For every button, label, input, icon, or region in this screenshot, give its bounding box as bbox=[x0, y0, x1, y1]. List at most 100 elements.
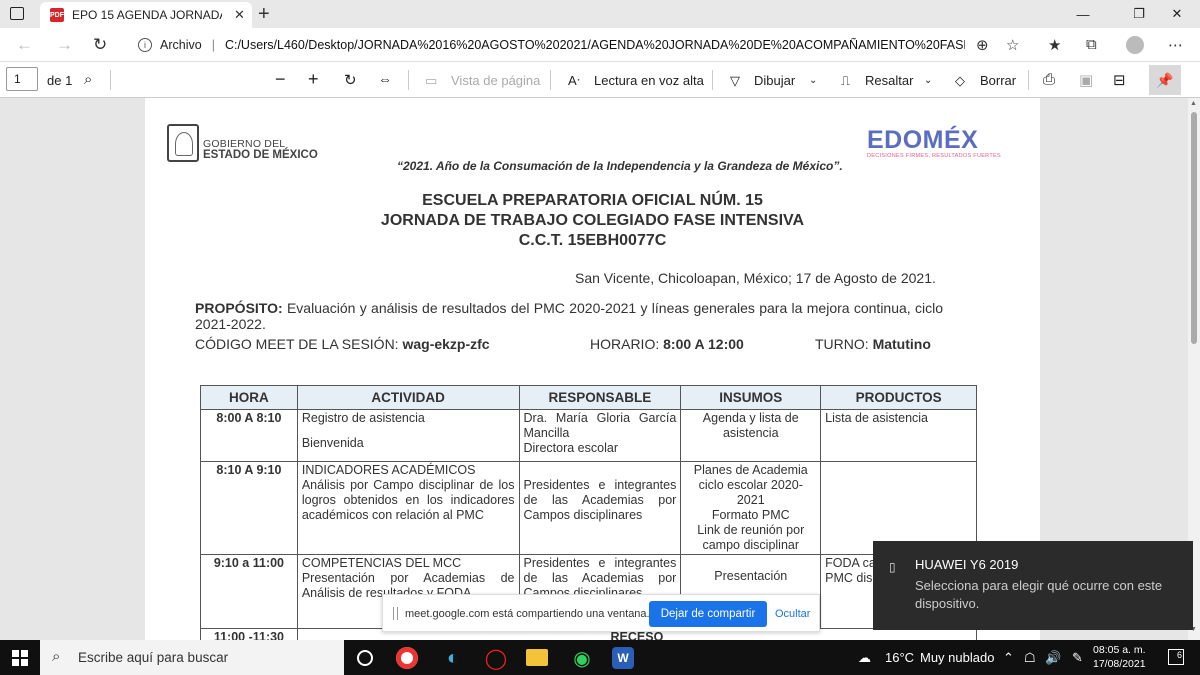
read-aloud-icon: Aᐧ bbox=[568, 73, 580, 88]
taskbar: ⌕ Escribe aquí para buscar ◐ ◯ ◉ W ☁ 16°… bbox=[0, 640, 1200, 675]
scroll-up-icon[interactable]: ▲ bbox=[1190, 100, 1197, 107]
drag-handle-icon[interactable] bbox=[393, 607, 398, 620]
zoom-icon[interactable]: ⊕ bbox=[976, 36, 989, 54]
notification-center-icon[interactable]: 6 bbox=[1168, 649, 1184, 665]
device-notification[interactable]: ▯ HUAWEI Y6 2019 Selecciona para elegir … bbox=[873, 541, 1193, 630]
header-actividad: ACTIVIDAD bbox=[296, 385, 520, 410]
draw-button[interactable]: Dibujar bbox=[754, 73, 795, 88]
chevron-up-icon[interactable]: ⌃ bbox=[1003, 650, 1014, 666]
table-row: 8:00 A 8:10 Registro de asistencia Bienve… bbox=[200, 409, 977, 462]
save-icon: ▣ bbox=[1079, 72, 1094, 89]
purpose-label: PROPÓSITO: bbox=[195, 300, 283, 316]
task-view-icon[interactable] bbox=[357, 650, 373, 666]
header-hora: HORA bbox=[200, 385, 298, 410]
shift-label: TURNO: bbox=[815, 336, 869, 352]
system-clock[interactable]: 08:05 a. m. 17/08/2021 bbox=[1093, 643, 1146, 671]
cell-responsable: Presidentes e integrantes de las Academi… bbox=[518, 461, 682, 555]
zoom-in-button[interactable]: + bbox=[308, 69, 319, 90]
tab-active[interactable]: PDF EPO 15 AGENDA JORNADA DE ACO ✕ bbox=[40, 2, 252, 28]
collections-icon[interactable]: ⧉ bbox=[1086, 36, 1097, 53]
input-line: Formato PMC bbox=[711, 508, 790, 522]
address-bar-row: ← → ↻ i Archivo | C:/Users/L460/Desktop/… bbox=[0, 28, 1200, 62]
pen-icon[interactable]: ✎ bbox=[1072, 650, 1083, 666]
refresh-button[interactable]: ↻ bbox=[93, 35, 107, 55]
clock-date: 17/08/2021 bbox=[1093, 658, 1146, 670]
close-window-button[interactable]: ✕ bbox=[1154, 0, 1200, 28]
tab-title: EPO 15 AGENDA JORNADA DE ACO bbox=[72, 8, 222, 22]
table-header-row: HORA ACTIVIDAD RESPONSABLE INSUMOS PRODU… bbox=[200, 385, 977, 410]
activity-line: Bienvenida bbox=[301, 436, 364, 450]
windows-start-icon[interactable] bbox=[12, 650, 28, 666]
activity-line: INDICADORES ACADÉMICOS bbox=[301, 463, 476, 477]
read-aloud-button[interactable]: Lectura en voz alta bbox=[594, 73, 704, 88]
header-productos: PRODUCTOS bbox=[820, 385, 977, 410]
add-favorite-icon[interactable]: ☆ bbox=[1006, 36, 1019, 54]
forward-button[interactable]: → bbox=[56, 35, 73, 55]
input-line: Link de reunión por campo disciplinar bbox=[697, 523, 805, 552]
divider bbox=[712, 70, 713, 90]
activity-line: Registro de asistencia bbox=[301, 411, 425, 425]
save-as-icon[interactable]: ⊟ bbox=[1113, 71, 1126, 89]
share-message: meet.google.com está compartiendo una ve… bbox=[405, 608, 650, 620]
chevron-down-icon[interactable]: ⌄ bbox=[809, 75, 817, 86]
profile-avatar[interactable] bbox=[1126, 36, 1144, 54]
gov-label-2: ESTADO DE MÉXICO bbox=[203, 149, 318, 161]
divider bbox=[550, 70, 551, 90]
back-button[interactable]: ← bbox=[16, 35, 33, 55]
rotate-icon[interactable]: ↻ bbox=[344, 71, 357, 89]
highlight-icon: ⎍ bbox=[841, 73, 851, 88]
cell-productos: Lista de asistencia bbox=[820, 409, 977, 462]
search-icon[interactable]: ⌕ bbox=[84, 71, 92, 88]
activity-line: Análisis por Campo disciplinar de los lo… bbox=[301, 478, 515, 522]
page-number-input[interactable]: 1 bbox=[6, 67, 38, 91]
edge-icon[interactable]: ◐ bbox=[440, 645, 466, 671]
volume-icon[interactable]: 🔊 bbox=[1045, 650, 1061, 666]
edomex-logo: EDOMÉX DECISIONES FIRMES, RESULTADOS FUE… bbox=[867, 126, 1001, 159]
page-view-button[interactable]: Vista de página bbox=[451, 73, 540, 88]
favorites-icon[interactable]: ★ bbox=[1048, 36, 1061, 54]
draw-icon: ▽ bbox=[730, 73, 740, 88]
temperature: 16°C bbox=[885, 650, 915, 665]
erase-button[interactable]: Borrar bbox=[980, 73, 1016, 88]
address-field[interactable]: i Archivo | C:/Users/L460/Desktop/JORNAD… bbox=[126, 32, 1036, 58]
taskbar-search-placeholder: Escribe aquí para buscar bbox=[78, 650, 229, 665]
new-tab-button[interactable]: + bbox=[258, 3, 270, 26]
network-icon[interactable]: ☖ bbox=[1024, 650, 1036, 666]
scrollbar-thumb[interactable] bbox=[1191, 112, 1197, 344]
file-explorer-icon[interactable] bbox=[526, 649, 548, 666]
school-title: ESCUELA PREPARATORIA OFICIAL NÚM. 15 bbox=[422, 192, 763, 209]
close-tab-icon[interactable]: ✕ bbox=[234, 7, 245, 23]
shift-value: Matutino bbox=[872, 336, 931, 352]
pin-toolbar-icon[interactable]: 📌 bbox=[1149, 65, 1181, 95]
taskbar-search-input[interactable]: ⌕ Escribe aquí para buscar bbox=[40, 640, 344, 675]
clock-time: 08:05 a. m. bbox=[1093, 644, 1146, 656]
hide-button[interactable]: Ocultar bbox=[775, 608, 810, 620]
chrome-icon[interactable] bbox=[396, 647, 418, 669]
screen-share-bar: meet.google.com está compartiendo una ve… bbox=[382, 594, 820, 632]
tab-strip: PDF EPO 15 AGENDA JORNADA DE ACO ✕ + — ❐… bbox=[0, 0, 1200, 28]
whatsapp-icon[interactable]: ◉ bbox=[569, 645, 595, 671]
eraser-icon: ◇ bbox=[955, 73, 965, 88]
header-responsable: RESPONSABLE bbox=[518, 385, 682, 410]
pdf-toolbar: 1 de 1 ⌕ − + ↻ ⇔ ▭ Vista de página Aᐧ Le… bbox=[0, 62, 1200, 98]
info-icon[interactable]: i bbox=[138, 38, 152, 52]
tab-actions-icon[interactable] bbox=[10, 7, 24, 20]
divider bbox=[408, 70, 409, 90]
menu-icon[interactable]: ⋯ bbox=[1168, 36, 1183, 54]
purpose-paragraph: PROPÓSITO: Evaluación y análisis de resu… bbox=[195, 300, 943, 332]
fit-page-icon[interactable]: ⇔ bbox=[378, 71, 392, 87]
stop-sharing-button[interactable]: Dejar de compartir bbox=[649, 601, 767, 627]
zoom-out-button[interactable]: − bbox=[275, 69, 286, 90]
year-motto: “2021. Año de la Consumación de la Indep… bbox=[397, 159, 843, 173]
responsible-line: Dra. María Gloria García Mancilla bbox=[523, 411, 677, 440]
opera-icon[interactable]: ◯ bbox=[483, 645, 509, 671]
chevron-down-icon[interactable]: ⌄ bbox=[924, 75, 932, 86]
print-icon[interactable]: ⎙ bbox=[1043, 71, 1055, 88]
table-row: 8:10 A 9:10 INDICADORES ACADÉMICOS Anális… bbox=[200, 461, 977, 555]
minimize-button[interactable]: — bbox=[1060, 0, 1106, 28]
highlight-button[interactable]: Resaltar bbox=[865, 73, 913, 88]
page-count: de 1 bbox=[47, 73, 73, 88]
meet-code: wag-ekzp-zfc bbox=[402, 336, 490, 352]
browser-window: PDF EPO 15 AGENDA JORNADA DE ACO ✕ + — ❐… bbox=[0, 0, 1200, 675]
word-icon[interactable]: W bbox=[612, 647, 634, 669]
